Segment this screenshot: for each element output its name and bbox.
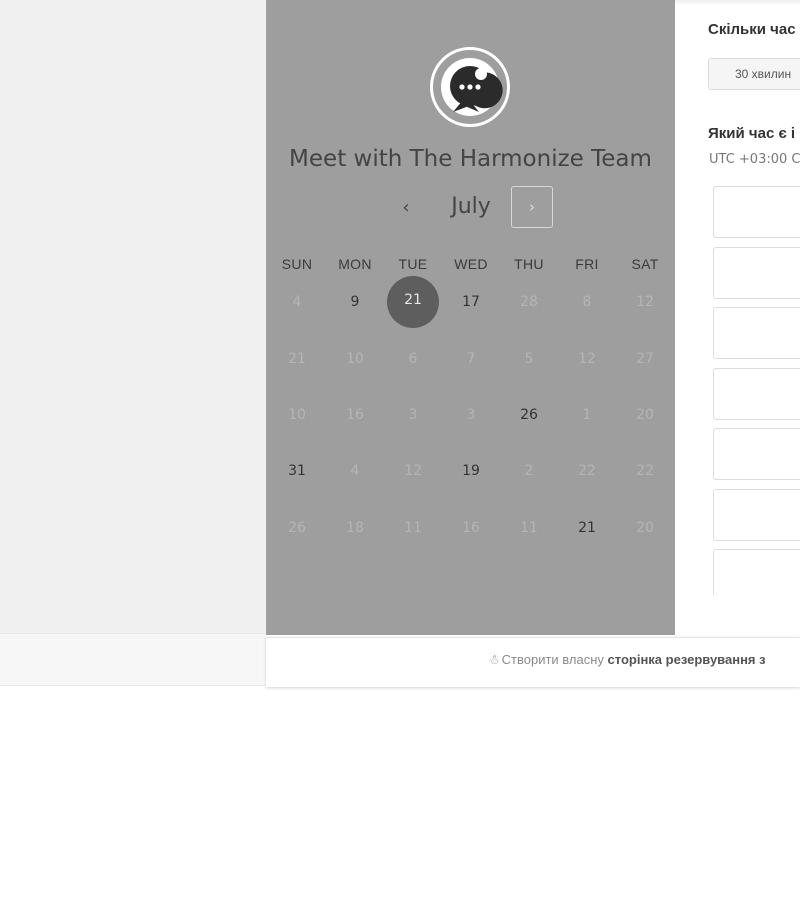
calendar-day: 10 xyxy=(288,407,306,423)
calendar-day: 10 xyxy=(346,351,364,367)
calendar-day: 28 xyxy=(520,294,538,310)
calendar-day: 27 xyxy=(636,351,654,367)
weekday-label: THU xyxy=(514,256,544,272)
calendar-day[interactable]: 31 xyxy=(271,445,323,497)
timezone-selector[interactable]: UTC +03:00 С xyxy=(709,152,800,167)
calendar-day: 12 xyxy=(578,351,596,367)
prev-month-button[interactable]: ‹ xyxy=(392,194,420,222)
calendar-day: 3 xyxy=(408,407,418,423)
calendar-day: 2 xyxy=(524,463,534,479)
time-question: Який час є і xyxy=(708,125,796,142)
footer-bar: ☃ Створити власну сторінка резервування з xyxy=(266,637,800,687)
calendar-day: 4 xyxy=(292,294,302,310)
calendar-day[interactable]: 26 xyxy=(503,389,555,441)
time-slot[interactable] xyxy=(713,428,800,480)
booking-panel: Скільки час 30 хвилин Який час є і UTC +… xyxy=(675,0,800,635)
calendar-day-selected[interactable]: 21 xyxy=(387,276,439,328)
calendar-day: 20 xyxy=(636,407,654,423)
footer-text-prefix: Створити власну xyxy=(501,652,608,667)
calendar-day: 3 xyxy=(466,407,476,423)
time-slot[interactable] xyxy=(713,549,800,595)
month-label: July xyxy=(451,194,491,219)
background-left xyxy=(0,0,266,633)
calendar-day: 21 xyxy=(288,351,306,367)
footer-link[interactable]: ☃ Створити власну сторінка резервування з xyxy=(488,652,766,668)
calendar-day: 4 xyxy=(350,463,360,479)
calendar-day: 6 xyxy=(408,351,418,367)
chat-bubble-icon xyxy=(450,66,503,112)
weekday-label: FRI xyxy=(575,256,599,272)
calendar-day: 20 xyxy=(636,520,654,536)
background-left-strip xyxy=(0,633,266,686)
calendar-day: 8 xyxy=(582,294,592,310)
weekday-label: SAT xyxy=(631,256,659,272)
time-slot[interactable] xyxy=(713,307,800,359)
calendar-day: 7 xyxy=(466,351,476,367)
calendar-day[interactable]: 17 xyxy=(445,276,497,328)
calendar-title: Meet with The Harmonize Team xyxy=(289,146,652,172)
weekday-header: SUN MON TUE WED THU FRI SAT xyxy=(266,256,675,274)
calendar-day[interactable]: 21 xyxy=(561,502,613,554)
calendar-day: 11 xyxy=(404,520,422,536)
time-slot[interactable] xyxy=(713,186,800,238)
calendar-day: 12 xyxy=(404,463,422,479)
footer-text-bold: сторінка резервування з xyxy=(607,652,766,667)
weekday-label: SUN xyxy=(281,256,313,272)
calendar-day: 11 xyxy=(520,520,538,536)
calendar-day: 22 xyxy=(636,463,654,479)
calendar-day: 1 xyxy=(582,407,592,423)
duration-question: Скільки час xyxy=(708,21,796,38)
weekday-label: TUE xyxy=(398,256,428,272)
month-navigation: ‹ July › xyxy=(266,186,675,230)
team-avatar xyxy=(430,47,510,127)
calendar-day: 16 xyxy=(462,520,480,536)
time-slot[interactable] xyxy=(713,247,800,299)
calendar-day: 22 xyxy=(578,463,596,479)
time-slot[interactable] xyxy=(713,489,800,541)
next-month-button[interactable]: › xyxy=(511,186,553,228)
calendar-day: 5 xyxy=(524,351,534,367)
hubspot-sprocket-icon: ☃ xyxy=(488,653,500,668)
calendar-day[interactable]: 19 xyxy=(445,445,497,497)
calendar-panel: Meet with The Harmonize Team ‹ July › SU… xyxy=(266,0,675,635)
calendar-day: 26 xyxy=(288,520,306,536)
time-slot[interactable] xyxy=(713,368,800,420)
calendar-day: 18 xyxy=(346,520,364,536)
calendar-day: 12 xyxy=(636,294,654,310)
calendar-day[interactable]: 9 xyxy=(329,276,381,328)
calendar-day: 16 xyxy=(346,407,364,423)
weekday-label: WED xyxy=(454,256,488,272)
weekday-label: MON xyxy=(338,256,372,272)
duration-option-button[interactable]: 30 хвилин xyxy=(708,58,800,90)
